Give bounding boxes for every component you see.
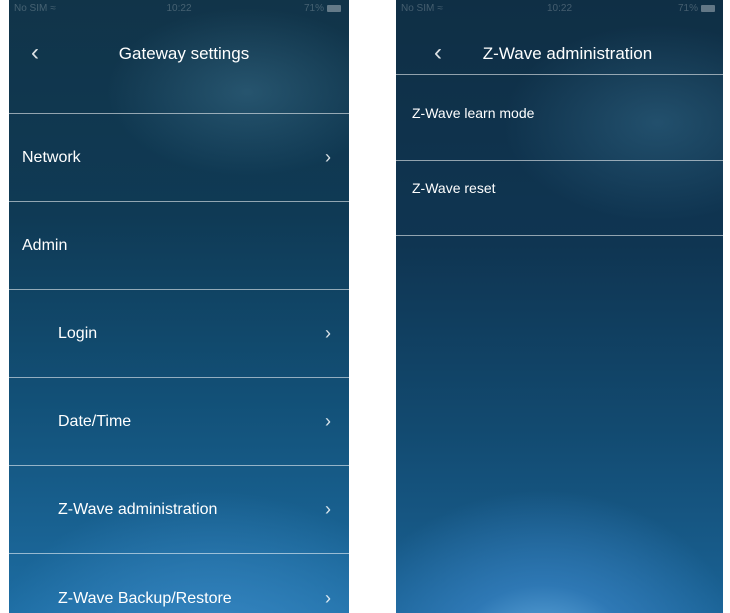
- battery-icon: [701, 4, 715, 12]
- gateway-settings-screen: No SIM ≈ 10:22 71% ‹ Gateway settings Net…: [9, 0, 349, 613]
- status-time: 10:22: [166, 3, 192, 14]
- nav-bar: ‹ Gateway settings: [9, 38, 349, 68]
- settings-item-label: Network: [22, 148, 81, 166]
- settings-item-login[interactable]: Login ›: [9, 290, 349, 377]
- chevron-right-icon: ›: [325, 499, 331, 519]
- settings-item-label: Z-Wave administration: [58, 500, 218, 518]
- zwave-item-label: Z-Wave reset: [412, 180, 496, 196]
- divider: [396, 235, 723, 236]
- settings-item-date-time[interactable]: Date/Time ›: [9, 378, 349, 465]
- settings-item-network[interactable]: Network ›: [9, 114, 349, 201]
- battery-percent: 71%: [303, 3, 324, 14]
- settings-item-label: Login: [58, 324, 98, 342]
- settings-item-zwave-backup-restore[interactable]: Z-Wave Backup/Restore ›: [9, 554, 349, 613]
- settings-item-zwave-administration[interactable]: Z-Wave administration ›: [9, 466, 349, 553]
- battery-percent: 71%: [677, 3, 698, 14]
- chevron-right-icon: ›: [325, 588, 331, 608]
- chevron-right-icon: ›: [325, 323, 331, 343]
- status-bar: No SIM ≈ 10:22 71%: [396, 3, 723, 17]
- status-time: 10:22: [546, 3, 573, 14]
- battery-icon: [327, 4, 341, 12]
- settings-item-label: Admin: [22, 236, 68, 254]
- zwave-item-reset[interactable]: Z-Wave reset: [396, 161, 723, 235]
- zwave-item-label: Z-Wave learn mode: [412, 105, 535, 121]
- settings-item-label: Date/Time: [58, 412, 132, 430]
- chevron-right-icon: ›: [325, 411, 331, 431]
- status-bar: No SIM ≈ 10:22 71%: [9, 3, 349, 17]
- zwave-administration-screen: No SIM ≈ 10:22 71% ‹ Z-Wave administratio…: [396, 0, 723, 613]
- nav-bar: ‹ Z-Wave administration: [396, 38, 723, 68]
- page-title: Z-Wave administration: [482, 44, 653, 63]
- chevron-right-icon: ›: [325, 147, 331, 167]
- page-title: Gateway settings: [118, 44, 250, 63]
- settings-section-admin: Admin: [9, 202, 349, 289]
- settings-item-label: Z-Wave Backup/Restore: [58, 590, 232, 607]
- zwave-item-learn-mode[interactable]: Z-Wave learn mode: [396, 75, 723, 160]
